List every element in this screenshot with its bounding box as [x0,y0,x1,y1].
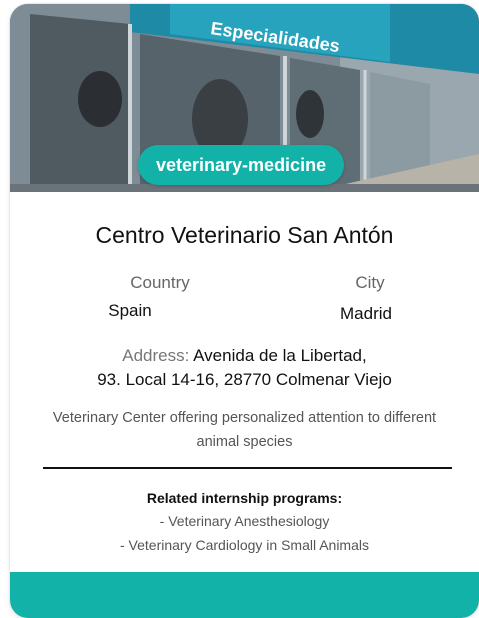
city-value: Madrid [340,304,392,323]
clinic-description: Veterinary Center offering personalized … [52,410,437,450]
related-program-item[interactable]: - Veterinary Cardiology in Small Animals [10,533,479,557]
address: Address: Avenida de la Libertad, 93. Loc… [40,344,449,392]
address-line2: 93. Local 14-16, 28770 Colmenar Viejo [97,370,392,389]
address-label: Address: [122,346,190,365]
related-programs-list: - Veterinary Anesthesiology - Veterinary… [10,509,479,557]
clinic-name: Centro Veterinario San Antón [95,222,394,248]
clinic-card[interactable]: Especialidades veterinary-medicine Centr… [10,4,479,618]
country-value: Spain [108,301,152,320]
category-badge: veterinary-medicine [138,145,345,185]
related-program-item[interactable]: - Veterinary Anesthesiology [10,509,479,533]
city-label: City [355,273,385,292]
related-programs-title: Related internship programs: [146,490,343,506]
address-line1: Avenida de la Libertad, [193,346,367,365]
section-divider [43,467,452,469]
clinic-photo: Especialidades veterinary-medicine [10,4,479,192]
country-label: Country [130,273,190,292]
card-footer-bar [10,572,479,618]
